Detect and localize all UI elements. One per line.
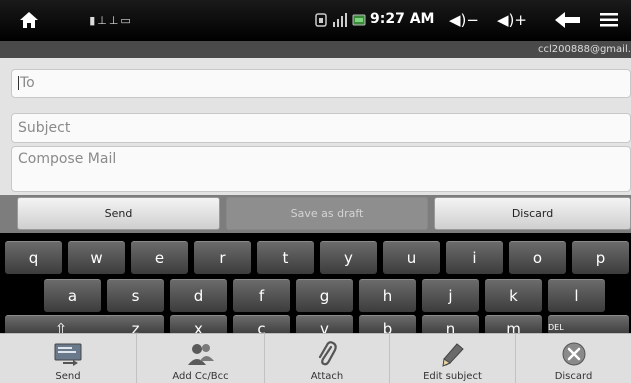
- back-icon[interactable]: [552, 8, 584, 32]
- menu-icon[interactable]: [598, 8, 620, 32]
- discard-icon: [561, 341, 587, 367]
- key-z[interactable]: z: [107, 315, 164, 338]
- action-buttons: Send Save as draft Discard: [0, 195, 631, 233]
- save-draft-button[interactable]: Save as draft: [226, 197, 428, 230]
- to-placeholder: To: [20, 75, 35, 91]
- signal-icon: [332, 8, 348, 32]
- menu-discard[interactable]: Discard: [516, 334, 631, 383]
- key-k[interactable]: k: [485, 279, 542, 312]
- key-n[interactable]: n: [422, 315, 479, 338]
- menu-send[interactable]: Send: [0, 334, 137, 383]
- key-w[interactable]: w: [68, 241, 125, 274]
- key-g[interactable]: g: [296, 279, 353, 312]
- account-email: ccl200888@gmail.com: [538, 44, 631, 55]
- key-m[interactable]: m: [485, 315, 542, 338]
- home-icon[interactable]: [18, 8, 40, 32]
- key-x[interactable]: x: [170, 315, 227, 338]
- volume-down-icon[interactable]: ◀)−: [444, 8, 484, 32]
- menu-attach[interactable]: Attach: [265, 334, 390, 383]
- menu-edit-subject[interactable]: Edit subject: [390, 334, 516, 383]
- notification-icons: ▮⊥⊥▭: [89, 13, 133, 27]
- key-p[interactable]: p: [572, 241, 629, 274]
- battery-icon: [352, 8, 366, 32]
- key-o[interactable]: o: [509, 241, 566, 274]
- key-s[interactable]: s: [107, 279, 164, 312]
- volume-up-icon[interactable]: ◀)+: [490, 8, 534, 32]
- delete-key[interactable]: DEL: [548, 315, 629, 335]
- key-f[interactable]: f: [233, 279, 290, 312]
- subject-field[interactable]: Subject: [11, 113, 631, 143]
- key-t[interactable]: t: [257, 241, 314, 274]
- shift-key[interactable]: ⇧: [5, 315, 117, 338]
- contacts-icon: [186, 341, 216, 367]
- key-i[interactable]: i: [446, 241, 503, 274]
- body-placeholder: Compose Mail: [18, 151, 117, 167]
- discard-button[interactable]: Discard: [434, 197, 631, 230]
- key-c[interactable]: c: [233, 315, 290, 338]
- compose-form: To Subject Compose Mail: [0, 58, 631, 195]
- menu-edit-subject-label: Edit subject: [423, 371, 482, 382]
- clock: 9:27 AM: [370, 11, 435, 27]
- key-h[interactable]: h: [359, 279, 416, 312]
- paperclip-icon: [315, 341, 339, 367]
- menu-add-cc-bcc-label: Add Cc/Bcc: [172, 371, 229, 382]
- subject-placeholder: Subject: [18, 120, 71, 136]
- wifi-icon: [314, 8, 328, 32]
- send-button[interactable]: Send: [17, 197, 220, 230]
- delete-key-label: DEL: [548, 323, 564, 332]
- pencil-icon: [440, 341, 466, 367]
- key-l[interactable]: l: [548, 279, 605, 312]
- key-j[interactable]: j: [422, 279, 479, 312]
- key-v[interactable]: v: [296, 315, 353, 338]
- body-field[interactable]: Compose Mail: [11, 146, 631, 192]
- menu-add-cc-bcc[interactable]: Add Cc/Bcc: [137, 334, 265, 383]
- key-r[interactable]: r: [194, 241, 251, 274]
- menu-send-label: Send: [55, 371, 81, 382]
- text-cursor: [18, 76, 19, 90]
- key-q[interactable]: q: [5, 241, 62, 274]
- menu-discard-label: Discard: [554, 371, 593, 382]
- options-menu: Send Add Cc/Bcc Attach Edit subject Disc…: [0, 333, 631, 383]
- menu-attach-label: Attach: [310, 371, 344, 382]
- key-a[interactable]: a: [44, 279, 101, 312]
- status-bar: ▮⊥⊥▭ 9:27 AM ◀)− ◀)+: [0, 0, 631, 41]
- key-y[interactable]: y: [320, 241, 377, 274]
- to-field[interactable]: To: [11, 69, 631, 98]
- key-d[interactable]: d: [170, 279, 227, 312]
- key-e[interactable]: e: [131, 241, 188, 274]
- soft-keyboard: q w e r t y u i o p a s d f g h j k l ⇧ …: [0, 233, 631, 343]
- key-b[interactable]: b: [359, 315, 416, 338]
- key-u[interactable]: u: [383, 241, 440, 274]
- account-bar: ccl200888@gmail.com: [0, 41, 631, 58]
- send-icon: [53, 341, 83, 367]
